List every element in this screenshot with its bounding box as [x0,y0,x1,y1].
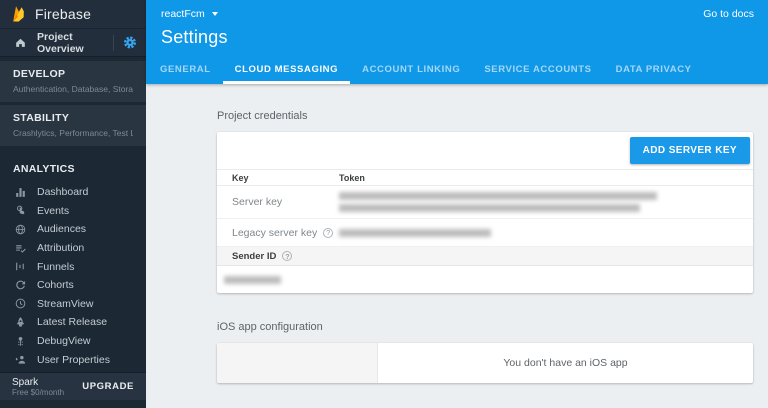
ios-card-left-panel [217,343,378,383]
sidebar-item-dashboard[interactable]: Dashboard [0,183,146,202]
sidebar-item-debugview[interactable]: DebugView [0,332,146,351]
app-window: Firebase Project Overview DEVELOP Authen… [0,0,768,408]
ios-config-card: You don't have an iOS app [217,343,753,383]
divider [113,34,114,51]
go-to-docs-link[interactable]: Go to docs [703,8,754,20]
project-credentials-card: ADD SERVER KEY Key Token Server key Lega… [217,132,753,293]
refresh-icon [13,278,27,292]
sidebar-item-funnels[interactable]: Funnels [0,257,146,276]
help-icon[interactable]: ? [282,251,293,261]
clock-icon [13,297,27,311]
page-title: Settings [161,27,228,47]
develop-subtitle: Authentication, Database, Storage, H… [13,84,133,94]
credentials-toolbar: ADD SERVER KEY [217,132,753,169]
tab-data-privacy[interactable]: DATA PRIVACY [604,56,704,84]
tab-general[interactable]: GENERAL [148,56,223,84]
stability-title: STABILITY [13,112,70,124]
tab-account-linking[interactable]: ACCOUNT LINKING [350,56,472,84]
main-area: reactFcm Go to docs Settings GENERAL CLO… [146,0,768,408]
playlist-check-icon [13,241,27,255]
analytics-title: ANALYTICS [13,163,75,175]
project-overview-label: Project Overview [37,30,84,55]
sidebar-section-analytics: ANALYTICS Dashboard Events Audiences Att… [0,146,146,372]
settings-tabs: GENERAL CLOUD MESSAGING ACCOUNT LINKING … [146,56,768,84]
project-credentials-heading: Project credentials [217,110,308,122]
globe-icon [13,222,27,236]
credentials-table-header: Key Token [217,169,753,186]
sidebar-item-events[interactable]: Events [0,202,146,221]
ios-config-heading: iOS app configuration [217,321,323,333]
sender-id-row: Sender ID ? [217,247,753,266]
key-column-header: Key [232,172,249,183]
project-selector[interactable]: reactFcm [161,8,218,20]
table-row-server-key: Server key [217,186,753,219]
sidebar-section-develop[interactable]: DEVELOP Authentication, Database, Storag… [0,61,146,102]
content-panel: Project credentials ADD SERVER KEY Key T… [146,84,768,408]
develop-title: DEVELOP [13,68,66,80]
analytics-list: Dashboard Events Audiences Attribution F… [0,183,146,369]
plan-price: Free $0/month [12,387,65,397]
chevron-down-icon [211,12,218,16]
sidebar-item-project-overview[interactable]: Project Overview [0,28,146,57]
home-icon [13,36,27,50]
sidebar-item-attribution[interactable]: Attribution [0,239,146,258]
sidebar-item-cohorts[interactable]: Cohorts [0,276,146,295]
legacy-server-key-label: Legacy server key [232,226,318,239]
sidebar-item-streamview[interactable]: StreamView [0,295,146,314]
table-row-legacy-server-key: Legacy server key ? [217,219,753,247]
ios-empty-message: You don't have an iOS app [503,357,628,369]
server-key-label: Server key [232,196,283,208]
project-name: reactFcm [161,8,205,20]
tab-service-accounts[interactable]: SERVICE ACCOUNTS [472,56,603,84]
funnel-bars-icon [13,260,27,274]
plan-name: Spark [12,376,39,388]
server-key-token-redacted [339,192,753,212]
sidebar-section-stability[interactable]: STABILITY Crashlytics, Performance, Test… [0,105,146,146]
tab-cloud-messaging[interactable]: CLOUD MESSAGING [222,56,351,84]
dashboard-icon [13,185,27,199]
rocket-icon [13,315,27,329]
ios-config-section: iOS app configuration You don't have an … [217,321,753,383]
sidebar-footer-strip [0,400,146,408]
gear-icon[interactable] [123,36,137,50]
sidebar: Firebase Project Overview DEVELOP Authen… [0,0,146,408]
sidebar-item-latest-release[interactable]: Latest Release [0,313,146,332]
brand-name: Firebase [35,6,92,22]
token-column-header: Token [339,172,365,183]
page-header: reactFcm Go to docs Settings GENERAL CLO… [146,0,768,84]
help-icon[interactable]: ? [323,227,334,238]
firebase-flame-icon [10,4,27,24]
bug-icon [13,334,27,348]
legacy-server-key-token-redacted [339,228,491,237]
sender-id-label: Sender ID [232,250,277,262]
sender-id-value-redacted [224,275,281,284]
sender-id-value-row [217,266,753,293]
plan-info: Spark Free $0/month [12,377,64,397]
sidebar-item-audiences[interactable]: Audiences [0,220,146,239]
plan-banner: Spark Free $0/month UPGRADE [0,372,146,400]
stability-subtitle: Crashlytics, Performance, Test Lab [13,128,133,138]
firebase-brand[interactable]: Firebase [0,0,146,28]
sidebar-item-user-properties[interactable]: User Properties [0,350,146,369]
add-server-key-button[interactable]: ADD SERVER KEY [629,137,750,164]
touch-app-icon [13,204,27,218]
people-arrow-icon [13,353,27,367]
upgrade-button[interactable]: UPGRADE [82,381,134,392]
